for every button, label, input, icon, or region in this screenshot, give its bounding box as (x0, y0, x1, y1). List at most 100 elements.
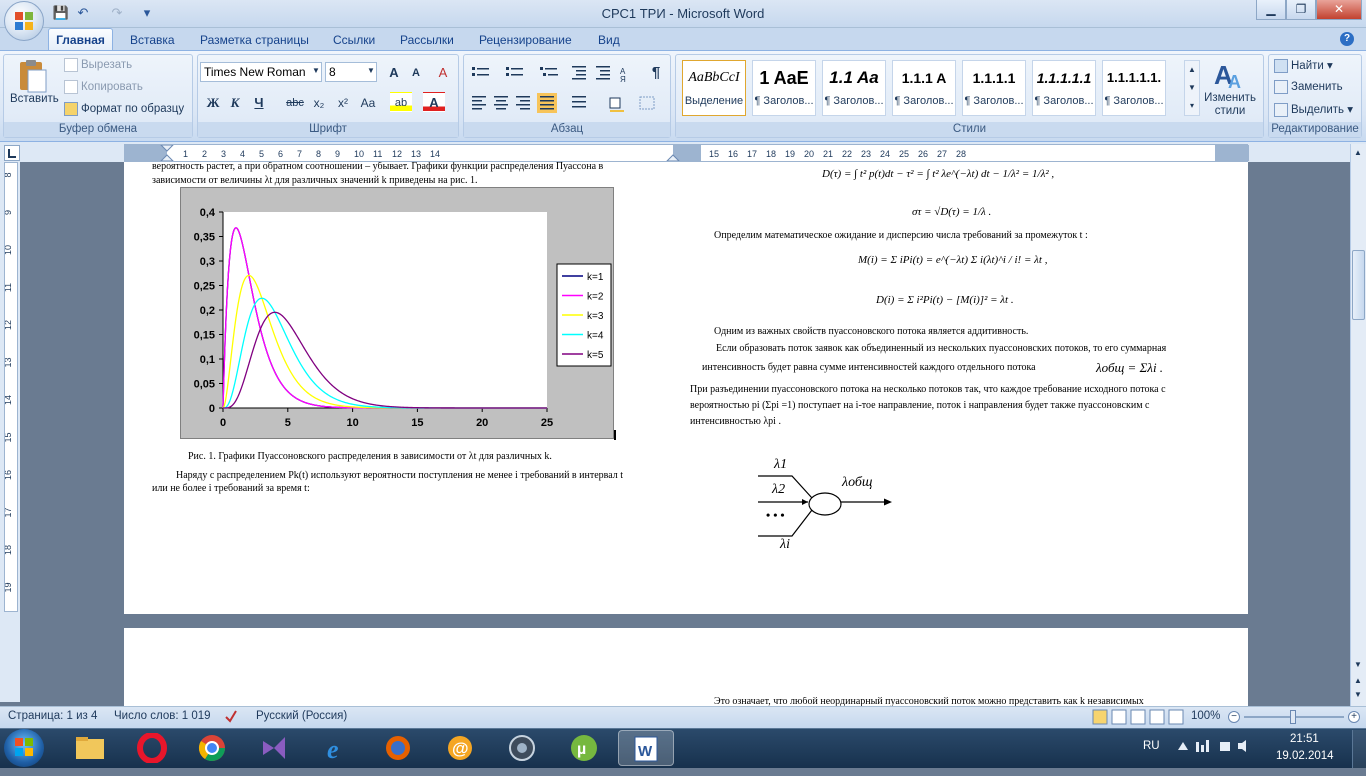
ruler-tick-label: 3 (221, 149, 226, 159)
paragraph-text: Определим математическое ожидание и дисп… (714, 230, 1088, 241)
firefox-icon[interactable] (370, 730, 426, 766)
vertical-scrollbar[interactable] (1350, 144, 1366, 706)
visual-studio-icon[interactable] (246, 730, 302, 766)
change-styles-button[interactable]: Изменить стили (1200, 92, 1260, 118)
horizontal-ruler[interactable]: 1 2 3 4 5 6 7 8 9 10 11 12 13 14 15 16 17 18 19 20 21 22 23 24 2… (124, 144, 1249, 162)
tab-view[interactable]: Вид (598, 30, 620, 50)
style-tile[interactable]: 1.1 Aa ¶ Заголов... (822, 60, 886, 116)
paste-button[interactable]: Вставить (10, 93, 59, 105)
style-tile[interactable]: 1.1.1.1.1. ¶ Заголов... (1102, 60, 1166, 116)
cut-button[interactable]: Вырезать (64, 58, 132, 72)
shrink-font-button[interactable]: A (405, 62, 427, 82)
tab-home[interactable]: Главная (48, 28, 113, 52)
style-tile[interactable]: 1.1.1.1 ¶ Заголов... (962, 60, 1026, 116)
proofing-icon[interactable] (224, 709, 238, 723)
tray-icons[interactable] (1176, 738, 1256, 754)
opera-icon[interactable] (124, 730, 180, 766)
underline-button[interactable]: Ч (248, 92, 270, 112)
utorrent-icon[interactable]: µ (556, 730, 612, 766)
editing-group-label: Редактирование (1269, 122, 1361, 137)
close-button[interactable]: ✕ (1316, 0, 1362, 20)
input-language[interactable]: RU (1143, 740, 1160, 752)
next-page-icon[interactable]: ▼ (1351, 688, 1365, 702)
replace-icon (1274, 80, 1288, 94)
word-count[interactable]: Число слов: 1 019 (114, 710, 211, 722)
mail-agent-icon[interactable]: @ (432, 730, 488, 766)
zoom-level[interactable]: 100% (1191, 710, 1220, 722)
svg-text:Я: Я (620, 75, 626, 84)
scroll-down-icon[interactable]: ▼ (1351, 658, 1365, 672)
bold-button[interactable]: Ж (202, 92, 224, 112)
format-painter-button[interactable]: Формат по образцу (64, 102, 184, 116)
tab-review[interactable]: Рецензирование (479, 30, 572, 50)
strikethrough-button[interactable]: abc (284, 92, 306, 112)
italic-button[interactable]: К (224, 92, 246, 112)
media-icon[interactable] (494, 730, 550, 766)
tab-insert[interactable]: Вставка (130, 30, 175, 50)
office-button[interactable] (4, 1, 44, 41)
prev-page-icon[interactable]: ▲ (1351, 674, 1365, 688)
change-case-button[interactable]: Aa (357, 92, 379, 112)
chart[interactable]: 0 0,05 0,1 0,15 0,2 0,25 0,3 0,35 0,4 0 5 10 15 20 25 k… (180, 187, 614, 439)
maximize-button[interactable]: ❐ (1286, 0, 1316, 20)
font-family-select[interactable]: Times New Roman (200, 62, 322, 82)
vruler-tick-label: 8 (5, 172, 13, 177)
zoom-in-icon[interactable]: + (1348, 711, 1360, 723)
zoom-out-icon[interactable]: − (1228, 711, 1240, 723)
copy-button[interactable]: Копировать (64, 80, 143, 94)
start-button[interactable] (4, 729, 44, 767)
style-tile[interactable]: 1.1.1 A ¶ Заголов... (892, 60, 956, 116)
clock-date[interactable]: 19.02.2014 (1276, 750, 1334, 762)
internet-explorer-icon[interactable]: e (308, 730, 364, 766)
select-button[interactable]: Выделить ▾ (1274, 102, 1353, 117)
tab-selector[interactable] (4, 145, 20, 161)
page-count[interactable]: Страница: 1 из 4 (8, 710, 97, 722)
zoom-slider-thumb[interactable] (1290, 710, 1296, 724)
vertical-ruler[interactable]: 8 9 10 11 12 13 14 15 16 17 18 19 (3, 162, 18, 612)
vruler-tick-label: 19 (5, 582, 13, 592)
ruler-tick-label: 23 (861, 149, 871, 159)
grow-font-button[interactable]: A (383, 62, 405, 82)
page-2[interactable] (124, 628, 1248, 708)
tab-page-layout[interactable]: Разметка страницы (200, 30, 309, 50)
flow-merge-diagram[interactable] (750, 452, 900, 556)
brush-icon (64, 102, 78, 116)
scroll-thumb[interactable] (1352, 250, 1365, 320)
clock-time[interactable]: 21:51 (1290, 733, 1319, 745)
minimize-button[interactable]: ▁ (1256, 0, 1286, 20)
scroll-up-icon[interactable]: ▲ (1351, 146, 1365, 160)
font-size-dropdown-icon[interactable]: ▼ (367, 66, 375, 75)
language-indicator[interactable]: Русский (Россия) (256, 710, 347, 722)
change-styles-icon[interactable]: AA (1212, 58, 1248, 92)
style-tile[interactable]: 1 AaE ¶ Заголов... (752, 60, 816, 116)
y-tick-label: 0,3 (200, 256, 215, 268)
show-desktop-button[interactable] (1352, 730, 1366, 768)
superscript-button[interactable]: x² (332, 92, 354, 112)
help-icon[interactable]: ? (1340, 32, 1354, 46)
word-taskbar-icon[interactable]: W (618, 730, 674, 766)
clipboard-group-label: Буфер обмена (4, 122, 192, 137)
svg-text:e: e (327, 735, 339, 763)
replace-button[interactable]: Заменить (1274, 80, 1343, 94)
style-tile[interactable]: 1.1.1.1.1 ¶ Заголов... (1032, 60, 1096, 116)
clear-format-button[interactable]: A (432, 62, 454, 82)
vruler-tick-label: 10 (5, 245, 13, 255)
paste-icon[interactable] (14, 58, 50, 94)
show-formatting-button[interactable]: ¶ (645, 62, 667, 82)
chrome-icon[interactable] (184, 730, 240, 766)
subscript-button[interactable]: x₂ (308, 92, 330, 112)
view-buttons[interactable] (1092, 709, 1188, 725)
tab-mailings[interactable]: Рассылки (400, 30, 454, 50)
tab-references[interactable]: Ссылки (333, 30, 375, 50)
styles-scroll[interactable]: ▲ ▼ ▾ (1184, 60, 1200, 116)
find-button[interactable]: Найти ▾ (1274, 58, 1333, 73)
explorer-icon[interactable] (62, 730, 118, 766)
font-family-dropdown-icon[interactable]: ▼ (312, 66, 320, 75)
highlight-button[interactable]: ab (390, 92, 412, 112)
font-color-button[interactable]: A (423, 92, 445, 112)
paragraph-text: Это означает, что любой неординарный пуа… (714, 697, 1144, 706)
office-logo-icon (15, 12, 33, 30)
style-tile[interactable]: AaBbCcI Выделение (682, 60, 746, 116)
figure-caption: Рис. 1. Графики Пуассоновского распредел… (188, 451, 552, 462)
vruler-tick-label: 16 (5, 470, 13, 480)
